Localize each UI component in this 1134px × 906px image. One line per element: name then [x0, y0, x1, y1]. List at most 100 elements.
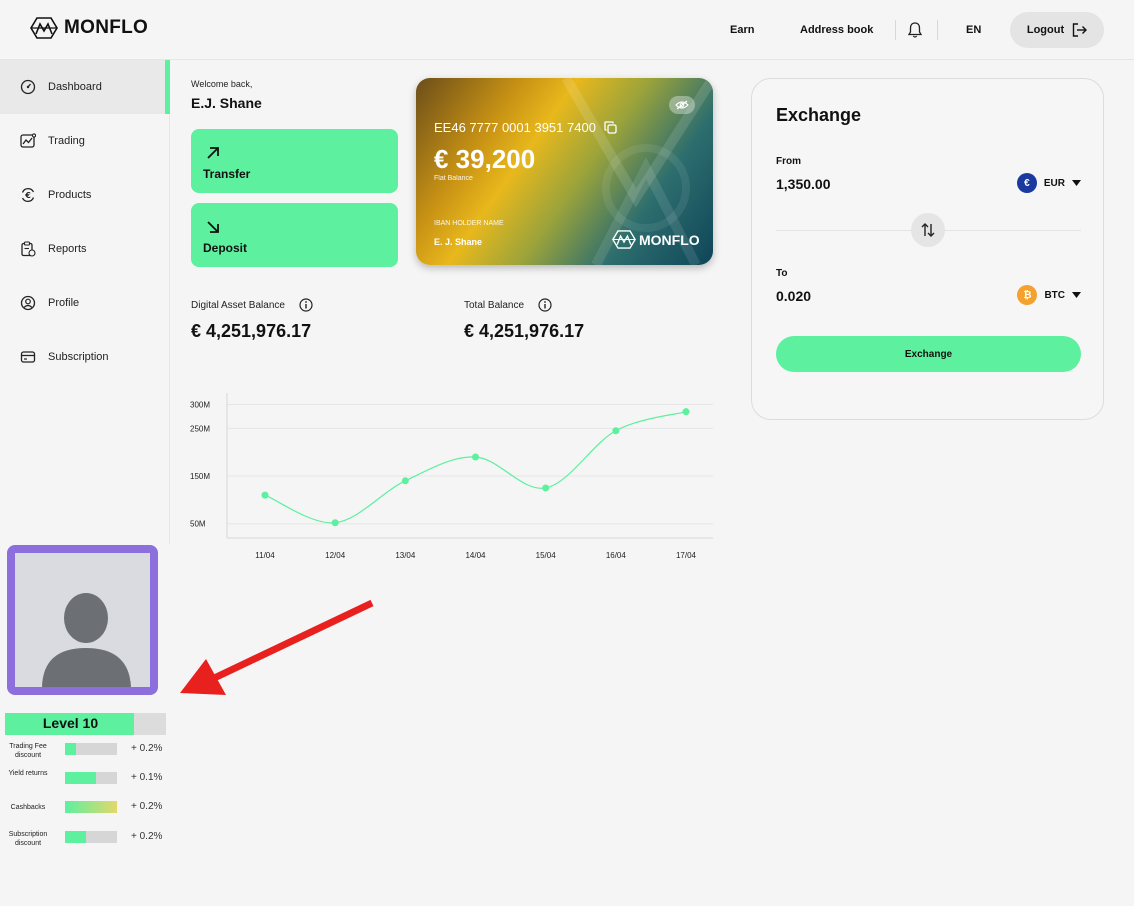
- info-icon[interactable]: [538, 298, 552, 312]
- monflo-logo-icon: [612, 230, 636, 249]
- level-label: Level 10: [42, 715, 99, 731]
- total-balance-value: € 4,251,976.17: [464, 321, 585, 341]
- to-currency-select[interactable]: ₿ BTC: [1017, 285, 1081, 305]
- dashboard-gauge-icon: [20, 79, 36, 95]
- chart-data-point: [542, 484, 550, 492]
- nav-address-book[interactable]: Address book: [800, 24, 873, 36]
- sidebar-item-dashboard[interactable]: Dashboard: [0, 60, 170, 114]
- from-amount-input[interactable]: 1,350.00: [776, 176, 831, 192]
- sidebar-item-trading[interactable]: Trading: [0, 114, 170, 168]
- caret-down-icon: [1072, 292, 1081, 298]
- transfer-button[interactable]: Transfer: [191, 129, 398, 193]
- transfer-label: Transfer: [203, 167, 251, 181]
- deposit-button[interactable]: Deposit: [191, 203, 398, 267]
- swap-arrows-icon: [921, 223, 935, 237]
- iban-number: EE46 7777 0001 3951 7400: [434, 120, 596, 135]
- arrow-up-right-icon: [207, 147, 219, 159]
- eye-off-icon: [675, 100, 689, 110]
- from-label: From: [776, 156, 801, 167]
- chart-data-point: [401, 477, 409, 485]
- sidebar-item-products[interactable]: € Products: [0, 168, 170, 222]
- perk-value: + 0.2%: [131, 801, 163, 812]
- language-selector[interactable]: EN: [966, 24, 981, 36]
- exchange-button[interactable]: Exchange: [776, 336, 1081, 372]
- chart-y-tick-label: 300M: [190, 401, 210, 410]
- from-currency-select[interactable]: € EUR: [1016, 173, 1081, 193]
- perk-value: + 0.2%: [131, 743, 163, 754]
- hide-balance-button[interactable]: [669, 96, 695, 114]
- chart-svg: 50M 150M 250M 300M 11/04 12/04 13/04 14/04 15/04…: [190, 393, 713, 560]
- logout-button[interactable]: Logout: [1010, 12, 1104, 48]
- perk-label: Cashbacks: [10, 804, 46, 811]
- sidebar-item-profile[interactable]: Profile: [0, 276, 170, 330]
- top-header: MONFLO Earn Address book EN Logout: [0, 0, 1134, 60]
- from-currency-code: EUR: [1043, 177, 1065, 189]
- chart-x-tick-label: 14/04: [465, 551, 486, 560]
- copy-icon[interactable]: [604, 121, 617, 134]
- exchange-title: Exchange: [776, 105, 862, 125]
- sidebar-item-label: Trading: [48, 135, 85, 147]
- user-name: E.J. Shane: [191, 95, 262, 111]
- red-annotation-arrow: [180, 599, 374, 695]
- card-holder-label: IBAN HOLDER NAME: [434, 220, 504, 227]
- arrow-down-right-icon: [207, 221, 219, 233]
- card-icon: [20, 351, 36, 363]
- card-holder-name: E. J. Shane: [434, 237, 483, 247]
- monflo-logo-icon: [30, 17, 58, 39]
- logout-icon: [1072, 23, 1088, 37]
- info-icon[interactable]: [299, 298, 313, 312]
- perk-progress-fill: [65, 743, 77, 755]
- card-brand-logo: MONFLO: [612, 230, 700, 249]
- perk-value: + 0.2%: [131, 831, 163, 842]
- to-amount-input[interactable]: 0.020: [776, 288, 811, 304]
- digital-balance-label: Digital Asset Balance: [191, 298, 313, 312]
- euro-coin-icon: €: [1016, 173, 1037, 193]
- sidebar-item-subscription[interactable]: Subscription: [0, 330, 170, 384]
- user-silhouette-icon: [42, 593, 131, 687]
- perk-progress-fill: [65, 831, 86, 843]
- header-divider: [895, 20, 896, 40]
- chart-data-point: [331, 519, 339, 527]
- sidebar-item-reports[interactable]: Reports: [0, 222, 170, 276]
- total-balance-title: Total Balance: [464, 299, 525, 311]
- brand-logo[interactable]: MONFLO: [30, 17, 148, 39]
- perk-label: Subscription discount: [8, 831, 48, 847]
- chart-x-tick-label: 17/04: [676, 551, 697, 560]
- sidebar-item-label: Products: [48, 189, 92, 201]
- perk-progress-bar: [65, 801, 117, 813]
- chart-data-point: [472, 453, 479, 461]
- sidebar: Dashboard Trading € Products Reports Pro…: [0, 60, 170, 544]
- digital-balance-value: € 4,251,976.17: [191, 321, 312, 341]
- notification-bell-icon[interactable]: [906, 21, 924, 39]
- sidebar-item-label: Profile: [48, 297, 80, 309]
- swap-currencies-button[interactable]: [911, 213, 945, 247]
- to-label: To: [776, 268, 788, 279]
- chart-data-point: [261, 491, 269, 499]
- chart-x-tick-label: 13/04: [395, 551, 416, 560]
- to-currency-code: BTC: [1044, 289, 1065, 301]
- perk-progress-bar: [65, 743, 117, 755]
- perk-progress-fill: [65, 801, 117, 813]
- avatar-frame[interactable]: [7, 545, 158, 695]
- deposit-label: Deposit: [203, 241, 248, 255]
- sidebar-item-label: Reports: [48, 243, 87, 255]
- chart-data-point: [612, 427, 620, 435]
- card-balance-label: Flat Balance: [434, 175, 473, 182]
- digital-balance-title: Digital Asset Balance: [191, 299, 285, 311]
- report-clipboard-icon: [21, 241, 36, 257]
- sidebar-item-label: Subscription: [48, 351, 109, 363]
- level-progress-bar: Level 10: [5, 713, 166, 735]
- chart-y-tick-label: 250M: [190, 424, 210, 433]
- perk-label: Yield returns: [8, 770, 48, 777]
- exchange-panel: Exchange From 1,350.00 € EUR To 0.020 ₿ …: [751, 78, 1104, 420]
- chart-y-tick-label: 150M: [190, 472, 210, 481]
- user-circle-icon: [20, 295, 36, 311]
- perk-value: + 0.1%: [131, 772, 163, 783]
- chart-trend-icon: [20, 133, 36, 148]
- chart-x-tick-label: 15/04: [536, 551, 557, 560]
- perk-progress-fill: [65, 772, 97, 784]
- euro-exchange-icon: €: [21, 188, 35, 202]
- chart-x-tick-label: 12/04: [325, 551, 346, 560]
- nav-earn[interactable]: Earn: [730, 24, 754, 36]
- card-balance: € 39,200: [434, 144, 536, 174]
